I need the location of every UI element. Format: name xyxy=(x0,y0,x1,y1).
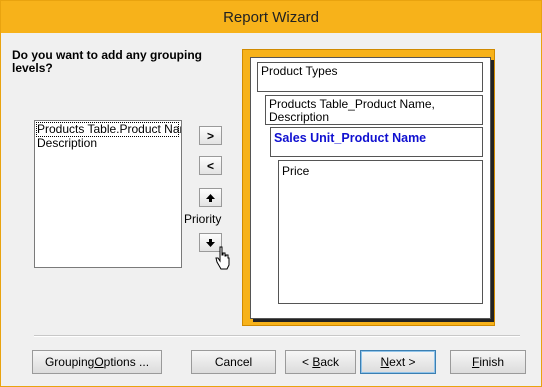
window-title: Report Wizard xyxy=(223,8,319,26)
preview-group-level-1: Product Types xyxy=(257,62,483,92)
fields-listbox[interactable]: Products Table.Product Nar Description xyxy=(34,120,182,268)
back-button[interactable]: < Back xyxy=(285,350,356,374)
grouping-options-button[interactable]: Grouping Options ... xyxy=(32,350,162,374)
priority-label: Priority xyxy=(184,212,222,226)
cancel-button[interactable]: Cancel xyxy=(191,350,276,374)
finish-button[interactable]: Finish xyxy=(450,350,526,374)
remove-grouping-button[interactable]: < xyxy=(199,156,222,175)
footer-separator xyxy=(34,335,520,337)
add-grouping-button[interactable]: > xyxy=(199,126,222,145)
report-wizard-window: Report Wizard Do you want to add any gro… xyxy=(0,0,542,387)
arrow-up-icon xyxy=(206,193,215,202)
list-item[interactable]: Description xyxy=(37,137,179,150)
grouping-question: Do you want to add any grouping levels? xyxy=(12,48,202,75)
title-bar[interactable]: Report Wizard xyxy=(1,1,541,33)
preview-detail-field: Price xyxy=(278,160,483,304)
priority-up-button[interactable] xyxy=(199,188,222,207)
arrow-down-icon xyxy=(206,238,215,247)
preview-group-level-3: Sales Unit_Product Name xyxy=(270,127,483,157)
next-button[interactable]: Next > xyxy=(360,350,436,374)
preview-group-level-2: Products Table_Product Name, Description xyxy=(265,95,483,125)
mouse-pointer-icon xyxy=(215,246,230,270)
list-item[interactable]: Products Table.Product Nar xyxy=(36,122,181,137)
